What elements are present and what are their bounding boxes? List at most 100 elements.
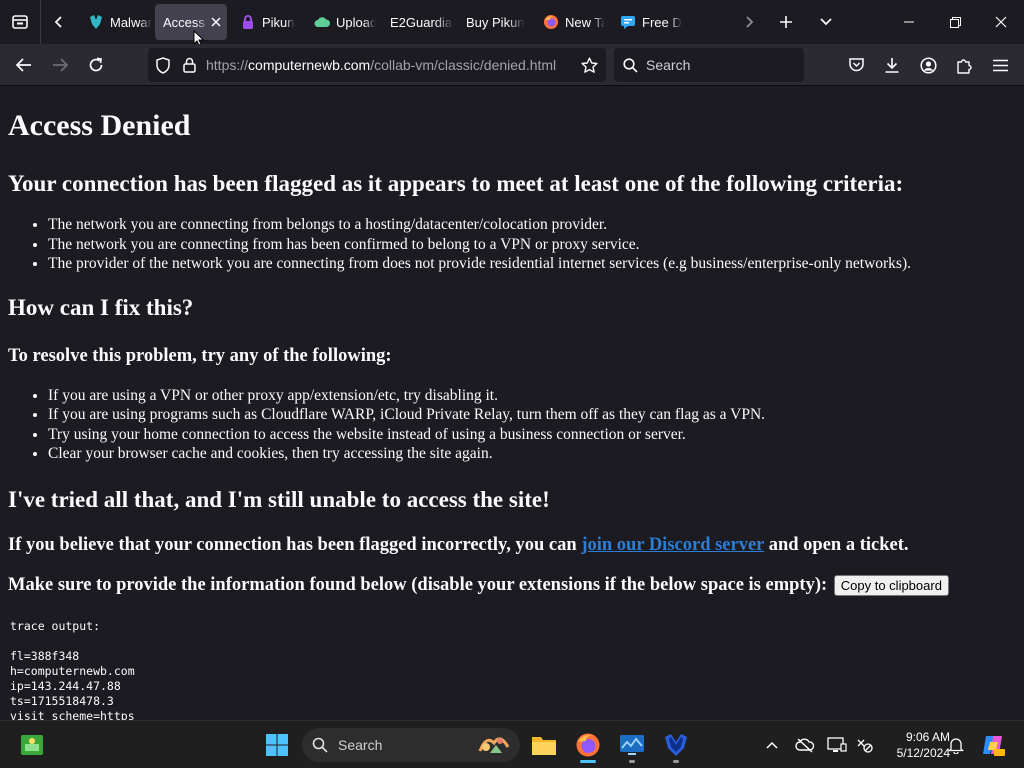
windows-taskbar: Search 9:06 AM 5/12/2024	[0, 720, 1024, 768]
account-button[interactable]	[912, 49, 944, 81]
trace-line: ts=1715518478.3	[10, 693, 114, 708]
tab-title: Access Denied	[163, 14, 210, 30]
taskbar-firefox[interactable]	[568, 725, 608, 765]
widgets-icon	[21, 735, 43, 755]
start-button[interactable]	[257, 725, 297, 765]
network-tray-icon[interactable]	[852, 721, 878, 768]
page-content: Access Denied Your connection has been f…	[0, 87, 1024, 720]
trace-line: trace output:	[10, 618, 101, 633]
firefox-view-button[interactable]	[0, 0, 40, 44]
list-item: The network you are connecting from belo…	[48, 215, 1016, 235]
plus-icon	[780, 16, 792, 28]
firefox-favicon-icon	[543, 14, 559, 30]
scroll-tabs-left-button[interactable]	[41, 0, 77, 44]
cloud-favicon-icon	[314, 14, 330, 30]
tab-malware[interactable]: Malware	[80, 4, 152, 40]
copy-to-clipboard-button[interactable]: Copy to clipboard	[833, 574, 949, 596]
taskbar-search-box[interactable]: Search	[302, 728, 520, 762]
minimize-icon	[904, 21, 914, 23]
scroll-tabs-right-button[interactable]	[729, 0, 769, 44]
network-offline-icon	[857, 739, 873, 753]
taskbar-file-explorer[interactable]	[524, 725, 564, 765]
provide-info-text: Make sure to provide the information fou…	[8, 574, 828, 595]
lock-icon[interactable]	[176, 48, 202, 82]
windows-logo-icon	[266, 734, 288, 756]
clock-date: 5/12/2024	[896, 746, 950, 760]
tab-free-d[interactable]: Free D	[612, 4, 682, 40]
tried-heading: I've tried all that, and I'm still unabl…	[8, 486, 550, 512]
bookmark-star-button[interactable]	[576, 48, 602, 82]
close-tab-button[interactable]	[210, 12, 221, 32]
running-indicator	[580, 760, 596, 763]
minimize-button[interactable]	[886, 0, 932, 44]
account-icon	[919, 56, 937, 74]
close-window-button[interactable]	[978, 0, 1024, 44]
pocket-button[interactable]	[840, 49, 872, 81]
tab-pikun[interactable]: Pikun	[232, 4, 298, 40]
close-icon	[995, 16, 1007, 28]
menu-button[interactable]	[984, 49, 1016, 81]
tab-access-denied[interactable]: Access Denied	[155, 4, 227, 40]
firefox-icon	[576, 733, 600, 757]
show-hidden-icons-button[interactable]	[760, 721, 784, 768]
tab-title: New Tab	[565, 14, 605, 30]
tab-title: Upload	[336, 14, 376, 30]
new-tab-button[interactable]	[766, 0, 806, 44]
trace-line: fl=388f348	[10, 648, 80, 663]
screen-icon	[827, 737, 847, 752]
restore-button[interactable]	[932, 0, 978, 44]
running-indicator	[673, 760, 679, 763]
trace-output: trace output: fl=388f348 h=computernewb.co…	[8, 619, 1016, 721]
trace-line	[10, 634, 1016, 649]
list-all-tabs-button[interactable]	[806, 0, 846, 44]
running-indicator	[629, 760, 635, 763]
search-bar[interactable]: Search	[614, 48, 804, 82]
monitor-app-icon	[620, 735, 644, 755]
notifications-button[interactable]	[944, 721, 968, 768]
close-icon	[211, 17, 221, 27]
chevron-left-icon	[54, 16, 62, 28]
list-item: If you are using a VPN or other proxy ap…	[48, 386, 1016, 406]
folder-icon	[532, 737, 556, 755]
bell-icon	[948, 737, 964, 754]
hamburger-menu-icon	[992, 59, 1008, 71]
chat-favicon-icon	[620, 14, 636, 30]
tab-new-tab[interactable]: New Tab	[535, 4, 605, 40]
system-clock[interactable]: 9:06 AM 5/12/2024	[878, 729, 950, 761]
back-button[interactable]	[8, 49, 40, 81]
trace-line: h=computernewb.com	[10, 663, 135, 678]
provide-info-paragraph: Make sure to provide the information fou…	[8, 573, 1016, 597]
fix-heading: How can I fix this?	[8, 294, 194, 320]
list-item: The network you are connecting from has …	[48, 235, 1016, 255]
tab-e2guardian[interactable]: E2Guardian	[382, 4, 454, 40]
tab-upload[interactable]: Upload	[306, 4, 376, 40]
taskbar-search-placeholder: Search	[338, 737, 383, 753]
firefox-view-icon	[12, 15, 28, 29]
copilot-button[interactable]	[976, 721, 1010, 768]
tracking-protection-icon[interactable]	[150, 48, 176, 82]
forward-button[interactable]	[44, 49, 76, 81]
tab-strip: Malware Access Denied Pikun Upload E2Gua…	[0, 0, 1024, 48]
reload-button[interactable]	[80, 49, 112, 81]
lock-purple-favicon-icon	[240, 14, 256, 30]
widgets-button[interactable]	[12, 725, 52, 765]
search-placeholder: Search	[646, 57, 691, 73]
address-bar[interactable]: https://computernewb.com/collab-vm/class…	[148, 48, 606, 82]
taskbar-malwarebytes[interactable]	[656, 725, 696, 765]
extensions-button[interactable]	[948, 49, 980, 81]
puzzle-icon	[956, 58, 972, 74]
display-tray-icon[interactable]	[824, 721, 850, 768]
tab-title: E2Guardian	[390, 14, 454, 30]
tab-buy-pikun[interactable]: Buy Pikun	[458, 4, 530, 40]
chevron-down-icon	[820, 18, 832, 26]
discord-link[interactable]: join our Discord server	[581, 535, 764, 555]
list-item: Try using your home connection to access…	[48, 425, 1016, 445]
taskbar-app-monitor[interactable]	[612, 725, 652, 765]
trace-line: ip=143.244.47.88	[10, 678, 121, 693]
search-icon	[302, 737, 338, 753]
star-icon	[580, 57, 598, 73]
onedrive-tray-icon[interactable]	[792, 721, 818, 768]
url-text[interactable]: https://computernewb.com/collab-vm/class…	[206, 57, 556, 73]
downloads-button[interactable]	[876, 49, 908, 81]
tab-title: Free D	[642, 14, 682, 30]
